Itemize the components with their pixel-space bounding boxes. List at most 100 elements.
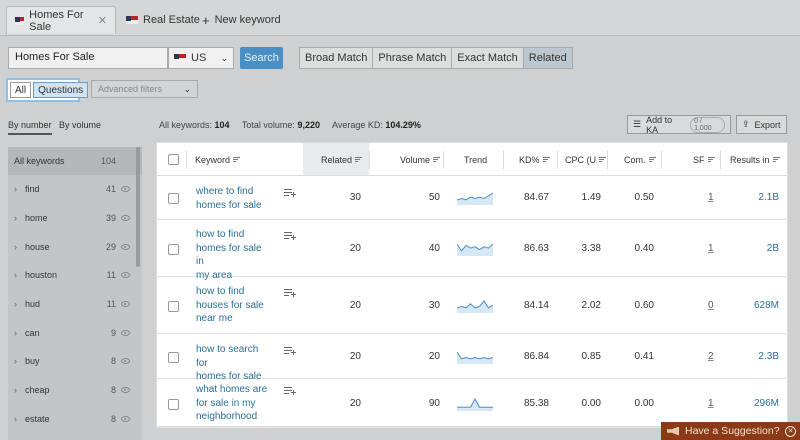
eye-icon[interactable] xyxy=(121,358,130,365)
sidebar-item-count: 11 xyxy=(106,299,116,310)
search-button[interactable]: Search xyxy=(240,47,283,69)
results-link[interactable]: 296M xyxy=(737,398,779,409)
keyword-link[interactable]: where to find homes for sale xyxy=(196,185,271,212)
serp-features-link[interactable]: 1 xyxy=(708,243,714,254)
keyword-search-input[interactable]: Homes For Sale xyxy=(8,47,168,69)
row-checkbox[interactable] xyxy=(168,244,179,255)
column-trend[interactable]: Trend xyxy=(464,143,487,176)
trend-line xyxy=(457,351,493,360)
suggestion-widget[interactable]: Have a Suggestion? ✕ xyxy=(661,422,800,440)
related-button[interactable]: Related xyxy=(523,48,572,68)
add-to-list-icon[interactable] xyxy=(284,188,296,197)
sort-by-volume[interactable]: By volume xyxy=(59,120,101,130)
kd-value: 86.84 xyxy=(523,351,549,362)
related-value: 20 xyxy=(349,351,361,362)
sidebar-item-all-keywords[interactable]: All keywords 104 xyxy=(8,147,142,175)
column-divider xyxy=(720,151,721,169)
row-checkbox[interactable] xyxy=(168,193,179,204)
row-checkbox[interactable] xyxy=(168,352,179,363)
column-volume[interactable]: Volume xyxy=(400,143,441,176)
questions-toggle-button[interactable]: Questions xyxy=(33,82,89,98)
add-to-list-icon[interactable] xyxy=(284,288,296,297)
eye-icon[interactable] xyxy=(121,272,130,279)
sidebar-item-buy[interactable]: › buy 8 xyxy=(8,347,142,376)
eye-icon[interactable] xyxy=(121,415,130,422)
sidebar-item-hud[interactable]: › hud 11 xyxy=(8,290,142,319)
trend-area xyxy=(457,399,493,411)
column-divider xyxy=(443,151,444,169)
sidebar-item-cheap[interactable]: › cheap 8 xyxy=(8,376,142,405)
sidebar-item-count: 9 xyxy=(110,327,116,338)
eye-icon[interactable] xyxy=(121,215,130,222)
column-competition[interactable]: Com. xyxy=(624,143,656,176)
trend-line xyxy=(457,300,493,309)
sidebar-item-count: 8 xyxy=(110,356,116,367)
column-keyword[interactable]: Keyword xyxy=(195,143,241,176)
total-volume-label: Total volume: xyxy=(241,120,295,130)
results-link[interactable]: 2.1B xyxy=(737,192,779,203)
tab-label: Homes For Sale xyxy=(29,8,84,33)
sidebar-item-find[interactable]: › find 41 xyxy=(8,175,142,204)
select-all-checkbox[interactable] xyxy=(168,154,179,165)
serp-features-link[interactable]: 2 xyxy=(708,351,714,362)
competition-value: 0.40 xyxy=(634,243,654,254)
row-checkbox[interactable] xyxy=(168,399,179,410)
sidebar-item-estate[interactable]: › estate 8 xyxy=(8,405,142,434)
eye-icon[interactable] xyxy=(121,329,130,336)
keyword-link[interactable]: what homes are for sale in my neighborhood xyxy=(196,383,271,424)
advanced-filters-dropdown[interactable]: Advanced filters ⌄ xyxy=(91,80,198,98)
keyword-link[interactable]: how to find homes for sale in my area xyxy=(196,228,271,282)
exact-match-button[interactable]: Exact Match xyxy=(452,48,524,68)
close-icon[interactable]: ✕ xyxy=(785,425,796,437)
eye-icon[interactable] xyxy=(121,387,130,394)
serp-features-link[interactable]: 1 xyxy=(708,398,714,409)
chevron-right-icon: › xyxy=(14,356,17,367)
tab-homes-for-sale[interactable]: Homes For Sale ✕ xyxy=(6,6,116,34)
sidebar-item-label: houston xyxy=(25,270,58,281)
eye-icon[interactable] xyxy=(121,243,130,250)
add-to-list-icon[interactable] xyxy=(284,386,296,395)
competition-value: 0.50 xyxy=(634,192,654,203)
eye-icon[interactable] xyxy=(121,186,130,193)
chevron-right-icon: › xyxy=(14,270,17,281)
keyword-link[interactable]: how to search for homes for sale xyxy=(196,343,271,384)
keyword-stats: All keywords: 104 Total volume: 9,220 Av… xyxy=(159,120,421,130)
add-to-list-icon[interactable] xyxy=(284,346,296,355)
row-checkbox[interactable] xyxy=(168,301,179,312)
trend-sparkline xyxy=(457,397,493,411)
column-cpc[interactable]: CPC (U xyxy=(565,143,606,176)
add-to-list-icon[interactable] xyxy=(284,231,296,240)
sidebar-item-label: estate xyxy=(25,413,50,424)
sort-icon xyxy=(707,156,715,163)
add-to-ka-button[interactable]: ☰ Add to KA 0 / 1,000 xyxy=(627,115,731,135)
column-results[interactable]: Results in xyxy=(730,143,780,176)
column-kd[interactable]: KD% xyxy=(519,143,550,176)
tab-new-keyword[interactable]: + New keyword xyxy=(194,6,289,34)
sidebar-scrollbar[interactable] xyxy=(136,147,140,267)
export-button[interactable]: ⇪ Export xyxy=(736,115,787,134)
all-toggle[interactable]: All xyxy=(10,82,32,98)
database-select[interactable]: US ⌄ xyxy=(168,47,234,69)
competition-value: 0.00 xyxy=(634,398,654,409)
sidebar-item-count: 39 xyxy=(105,213,116,224)
sort-by-number[interactable]: By number xyxy=(8,120,52,135)
eye-icon[interactable] xyxy=(121,301,130,308)
sidebar-item-house[interactable]: › house 29 xyxy=(8,232,142,261)
serp-features-link[interactable]: 0 xyxy=(708,300,714,311)
sidebar-item-houston[interactable]: › houston 11 xyxy=(8,261,142,290)
close-icon[interactable]: ✕ xyxy=(98,14,107,27)
sidebar-item-label: find xyxy=(25,184,40,195)
keyword-link[interactable]: how to find houses for sale near me xyxy=(196,285,271,326)
volume-value: 90 xyxy=(428,398,440,409)
results-link[interactable]: 2B xyxy=(737,243,779,254)
sidebar-item-can[interactable]: › can 9 xyxy=(8,318,142,347)
results-link[interactable]: 628M xyxy=(737,300,779,311)
column-sf[interactable]: SF xyxy=(693,143,715,176)
phrase-match-button[interactable]: Phrase Match xyxy=(373,48,453,68)
serp-features-link[interactable]: 1 xyxy=(708,192,714,203)
results-link[interactable]: 2.3B xyxy=(737,351,779,362)
column-related[interactable]: Related xyxy=(321,143,363,176)
broad-match-button[interactable]: Broad Match xyxy=(300,48,374,68)
sidebar-item-home[interactable]: › home 39 xyxy=(8,204,142,233)
us-flag-icon xyxy=(174,54,186,62)
